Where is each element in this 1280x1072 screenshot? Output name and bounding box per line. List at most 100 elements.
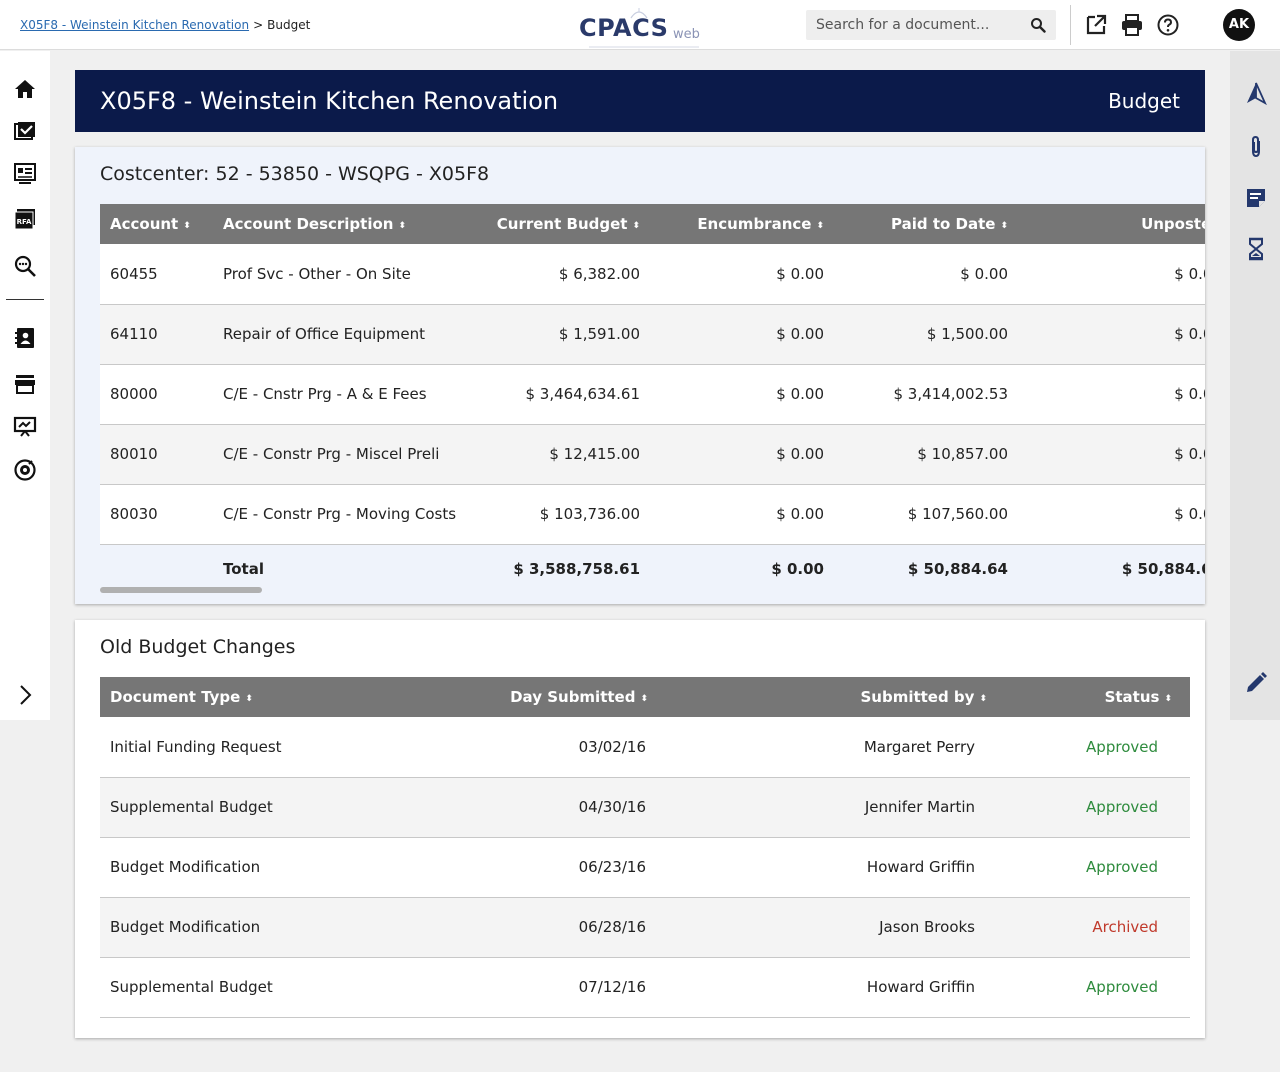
cell-account: 60455 xyxy=(100,244,213,305)
open-external-icon[interactable] xyxy=(1084,13,1108,37)
sort-icon[interactable]: ⬍ xyxy=(398,221,406,231)
budget-changes-title: Old Budget Changes xyxy=(100,636,296,658)
search-icon[interactable] xyxy=(1030,17,1046,33)
column-header-description[interactable]: Account Description ⬍ xyxy=(213,204,485,244)
attachment-icon[interactable] xyxy=(1244,135,1268,159)
search-input[interactable] xyxy=(806,10,1026,40)
cell-document-type: Budget Modification xyxy=(100,897,440,958)
cell-current-budget: $ 6,382.00 xyxy=(485,244,650,305)
total-paid-to-date: $ 50,884.64 xyxy=(834,544,1018,594)
table-row[interactable]: Supplemental Budget 04/30/16 Jennifer Ma… xyxy=(100,777,1190,838)
cell-submitted-by: Margaret Perry xyxy=(658,717,997,778)
dashboard-icon[interactable] xyxy=(13,161,37,185)
column-header-status[interactable]: Status ⬍ xyxy=(997,677,1190,717)
cell-submitted-by: Howard Griffin xyxy=(658,837,997,898)
table-row[interactable]: 60455 Prof Svc - Other - On Site $ 6,382… xyxy=(100,244,1205,305)
store-icon[interactable] xyxy=(13,372,37,396)
presentation-icon[interactable] xyxy=(13,414,37,438)
table-row[interactable]: 80000 C/E - Cnstr Prg - A & E Fees $ 3,4… xyxy=(100,364,1205,425)
expand-chevron-icon[interactable] xyxy=(13,683,37,707)
search-zoom-icon[interactable] xyxy=(13,254,37,278)
column-header-account[interactable]: Account ⬍ xyxy=(100,204,213,244)
page-header-banner: X05F8 - Weinstein Kitchen Renovation Bud… xyxy=(75,70,1205,132)
svg-text:RFA: RFA xyxy=(17,218,32,226)
cell-unposted: $ 0.00 xyxy=(1018,484,1205,545)
cell-submitted-by: Jennifer Martin xyxy=(658,777,997,838)
top-bar: X05F8 - Weinstein Kitchen Renovation > Bud… xyxy=(0,0,1280,50)
cell-account: 80010 xyxy=(100,424,213,485)
cell-paid-to-date: $ 107,560.00 xyxy=(834,484,1018,545)
settings-icon[interactable] xyxy=(13,458,37,482)
status-badge: Approved xyxy=(997,717,1190,778)
cell-submitted-by: Jason Brooks xyxy=(658,897,997,958)
cell-submitted-by: Howard Griffin xyxy=(658,957,997,1018)
cell-description: Prof Svc - Other - On Site xyxy=(213,244,485,305)
column-header-document-type[interactable]: Document Type ⬍ xyxy=(100,677,440,717)
logo-text: CPACS xyxy=(579,14,669,42)
avatar[interactable]: AK xyxy=(1223,9,1255,41)
cell-day-submitted: 06/23/16 xyxy=(440,837,658,898)
section-title: Budget xyxy=(1108,89,1180,113)
print-icon[interactable] xyxy=(1120,13,1144,37)
sort-icon[interactable]: ⬍ xyxy=(183,221,191,231)
column-header-current-budget[interactable]: Current Budget ⬍ xyxy=(485,204,650,244)
notes-icon[interactable] xyxy=(1244,186,1268,210)
cell-description: C/E - Constr Prg - Miscel Preli xyxy=(213,424,485,485)
table-row[interactable]: Initial Funding Request 03/02/16 Margare… xyxy=(100,717,1190,778)
navigation-icon[interactable] xyxy=(1244,81,1268,105)
total-row: Total $ 3,588,758.61 $ 0.00 $ 50,884.64 … xyxy=(100,544,1205,594)
status-badge: Approved xyxy=(997,957,1190,1018)
cell-paid-to-date: $ 3,414,002.53 xyxy=(834,364,1018,425)
app-logo[interactable]: CPACS web xyxy=(579,8,709,48)
cell-account: 80000 xyxy=(100,364,213,425)
logo-suffix: web xyxy=(673,27,700,42)
total-unposted: $ 50,884.64 xyxy=(1018,544,1205,594)
cell-document-type: Supplemental Budget xyxy=(100,957,440,1018)
table-row[interactable]: 80030 C/E - Constr Prg - Moving Costs $ … xyxy=(100,484,1205,545)
sort-icon[interactable]: ⬍ xyxy=(245,694,253,704)
column-header-paid-to-date[interactable]: Paid to Date ⬍ xyxy=(834,204,1018,244)
column-header-unposted[interactable]: Unposted xyxy=(1018,204,1205,244)
cell-unposted: $ 0.00 xyxy=(1018,244,1205,305)
table-row[interactable]: Budget Modification 06/23/16 Howard Grif… xyxy=(100,837,1190,898)
nav-divider xyxy=(6,299,44,300)
budget-card: Costcenter: 52 - 53850 - WSQPG - X05F8 A… xyxy=(75,147,1205,604)
sort-icon[interactable]: ⬍ xyxy=(632,221,640,231)
budget-table: Account ⬍ Account Description ⬍ Current Bu… xyxy=(100,204,1205,594)
edit-icon[interactable] xyxy=(1244,671,1268,695)
table-row[interactable]: Supplemental Budget 07/12/16 Howard Grif… xyxy=(100,957,1190,1018)
cell-current-budget: $ 1,591.00 xyxy=(485,304,650,365)
contacts-icon[interactable] xyxy=(13,326,37,350)
total-current-budget: $ 3,588,758.61 xyxy=(485,544,650,594)
column-header-encumbrance[interactable]: Encumbrance ⬍ xyxy=(650,204,834,244)
cell-day-submitted: 07/12/16 xyxy=(440,957,658,1018)
horizontal-scrollbar[interactable] xyxy=(100,587,262,593)
cell-current-budget: $ 3,464,634.61 xyxy=(485,364,650,425)
sort-icon[interactable]: ⬍ xyxy=(640,694,648,704)
column-header-submitted-by[interactable]: Submitted by ⬍ xyxy=(658,677,997,717)
search-box xyxy=(806,10,1056,40)
column-header-day-submitted[interactable]: Day Submitted ⬍ xyxy=(440,677,658,717)
rfa-icon[interactable]: RFA xyxy=(13,207,37,231)
tasks-icon[interactable] xyxy=(13,119,37,143)
table-row[interactable]: 64110 Repair of Office Equipment $ 1,591… xyxy=(100,304,1205,365)
cell-paid-to-date: $ 0.00 xyxy=(834,244,1018,305)
help-icon[interactable] xyxy=(1156,13,1180,37)
home-icon[interactable] xyxy=(13,77,37,101)
cell-account: 64110 xyxy=(100,304,213,365)
cell-current-budget: $ 103,736.00 xyxy=(485,484,650,545)
cell-paid-to-date: $ 1,500.00 xyxy=(834,304,1018,365)
sort-icon[interactable]: ⬍ xyxy=(1164,694,1172,704)
sort-icon[interactable]: ⬍ xyxy=(816,221,824,231)
table-row[interactable]: Budget Modification 06/28/16 Jason Brook… xyxy=(100,897,1190,958)
cell-day-submitted: 06/28/16 xyxy=(440,897,658,958)
cell-unposted: $ 0.00 xyxy=(1018,424,1205,485)
breadcrumb-project-link[interactable]: X05F8 - Weinstein Kitchen Renovation xyxy=(20,18,249,32)
sort-icon[interactable]: ⬍ xyxy=(979,694,987,704)
cell-encumbrance: $ 0.00 xyxy=(650,244,834,305)
right-sidebar xyxy=(1230,51,1280,720)
costcenter-title: Costcenter: 52 - 53850 - WSQPG - X05F8 xyxy=(100,163,490,185)
history-icon[interactable] xyxy=(1244,237,1268,261)
sort-icon[interactable]: ⬍ xyxy=(1000,221,1008,231)
table-row[interactable]: 80010 C/E - Constr Prg - Miscel Preli $ … xyxy=(100,424,1205,485)
